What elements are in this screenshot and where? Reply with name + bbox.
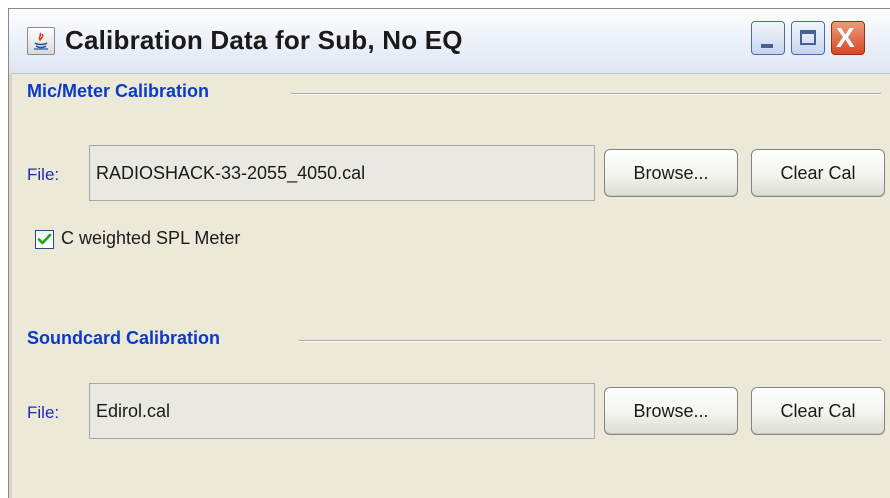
mic-section-title: Mic/Meter Calibration bbox=[27, 81, 210, 101]
java-app-icon[interactable] bbox=[27, 27, 55, 55]
mic-file-field[interactable]: RADIOSHACK-33-2055_4050.cal bbox=[89, 145, 595, 201]
soundcard-section-divider bbox=[299, 340, 881, 342]
soundcard-file-field[interactable]: Edirol.cal bbox=[89, 383, 595, 439]
mic-file-label: File: bbox=[27, 165, 60, 184]
maximize-icon bbox=[800, 30, 816, 45]
mic-clear-cal-button[interactable]: Clear Cal bbox=[751, 149, 885, 197]
maximize-button[interactable] bbox=[791, 21, 825, 55]
window-left-border bbox=[9, 73, 12, 498]
minimize-button[interactable] bbox=[751, 21, 785, 55]
minimize-icon bbox=[761, 44, 773, 48]
close-icon: X bbox=[836, 22, 855, 53]
c-weighted-label[interactable]: C weighted SPL Meter bbox=[61, 228, 240, 249]
close-button[interactable]: X bbox=[831, 21, 865, 55]
mic-section-divider bbox=[291, 93, 881, 95]
mic-browse-button[interactable]: Browse... bbox=[604, 149, 738, 197]
soundcard-browse-button[interactable]: Browse... bbox=[604, 387, 738, 435]
soundcard-section-title: Soundcard Calibration bbox=[27, 328, 221, 348]
c-weighted-checkbox[interactable] bbox=[35, 230, 54, 249]
window-title: Calibration Data for Sub, No EQ bbox=[65, 25, 463, 55]
checkmark-icon bbox=[37, 233, 52, 245]
soundcard-clear-cal-button[interactable]: Clear Cal bbox=[751, 387, 885, 435]
soundcard-file-label: File: bbox=[27, 403, 60, 422]
title-bar[interactable]: Calibration Data for Sub, No EQ X bbox=[9, 9, 890, 74]
calibration-window: Calibration Data for Sub, No EQ X Mic/Me… bbox=[8, 8, 890, 498]
